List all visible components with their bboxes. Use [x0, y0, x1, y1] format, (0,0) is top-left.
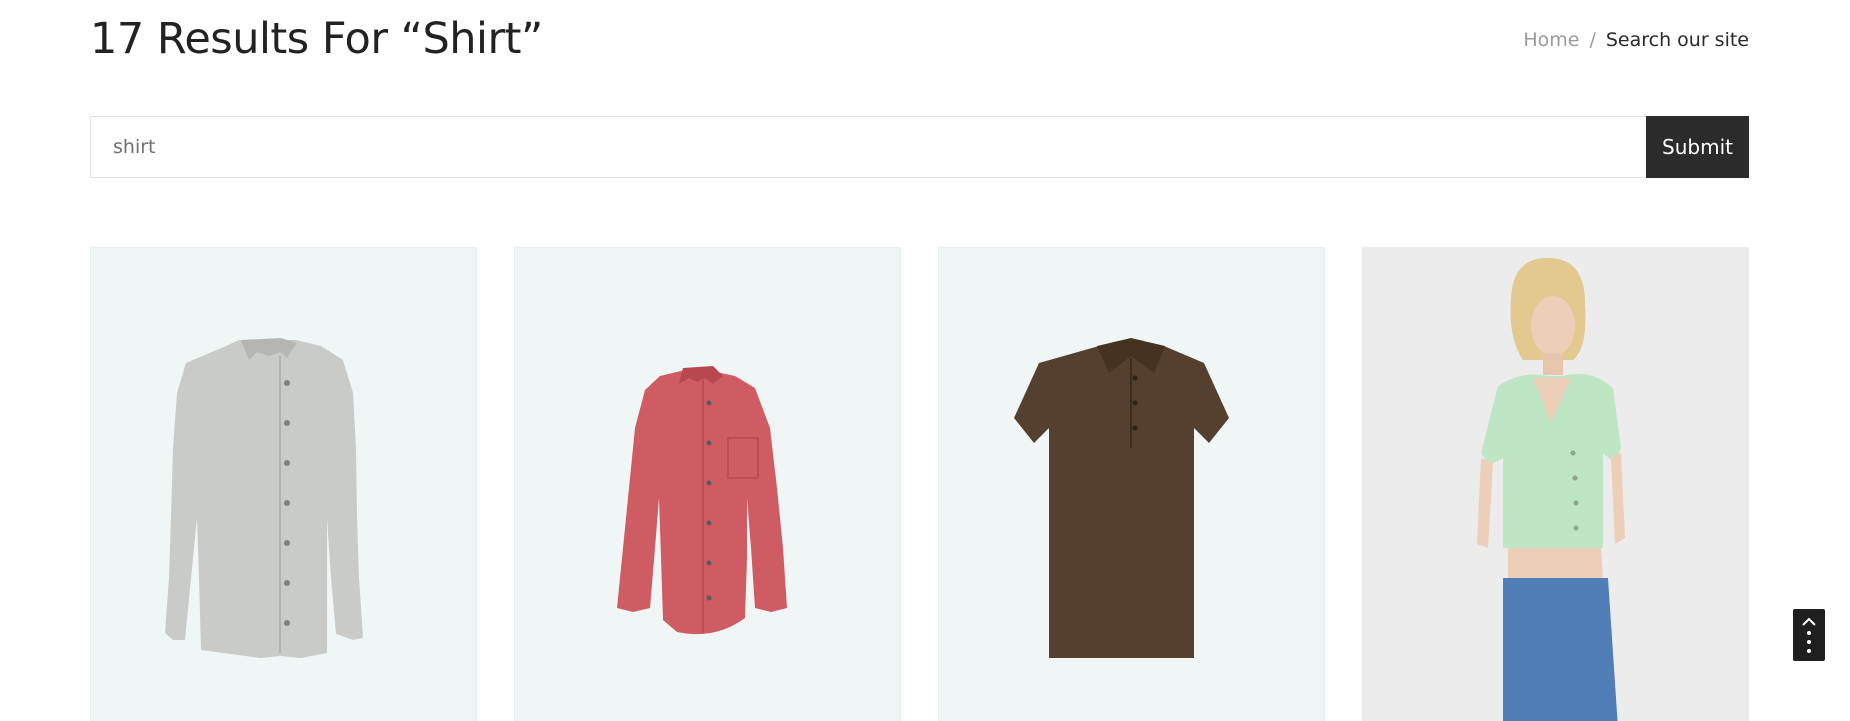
chevron-up-icon: [1802, 617, 1816, 653]
grey-shirt-image: [165, 338, 363, 658]
submit-button[interactable]: Submit: [1646, 116, 1749, 178]
product-grid: [90, 247, 1749, 721]
search-form: Submit: [90, 116, 1749, 178]
search-input[interactable]: [90, 116, 1646, 178]
breadcrumb-home-link[interactable]: Home: [1523, 26, 1579, 54]
product-card[interactable]: [1362, 247, 1749, 721]
brown-polo-image: [1014, 338, 1229, 658]
search-results-page: 17 Results For “Shirt” Home / Search our…: [0, 0, 1850, 721]
breadcrumb-current: Search our site: [1605, 29, 1749, 51]
product-card[interactable]: [938, 247, 1325, 721]
breadcrumb-separator: /: [1589, 29, 1596, 51]
page-title: 17 Results For “Shirt”: [90, 14, 543, 64]
model-cardigan-image: [1477, 257, 1625, 721]
red-shirt-image: [617, 366, 787, 635]
product-card[interactable]: [90, 247, 477, 721]
scroll-to-top-button[interactable]: [1793, 609, 1825, 661]
product-card[interactable]: [514, 247, 901, 721]
breadcrumb: Home / Search our site: [1523, 26, 1749, 54]
